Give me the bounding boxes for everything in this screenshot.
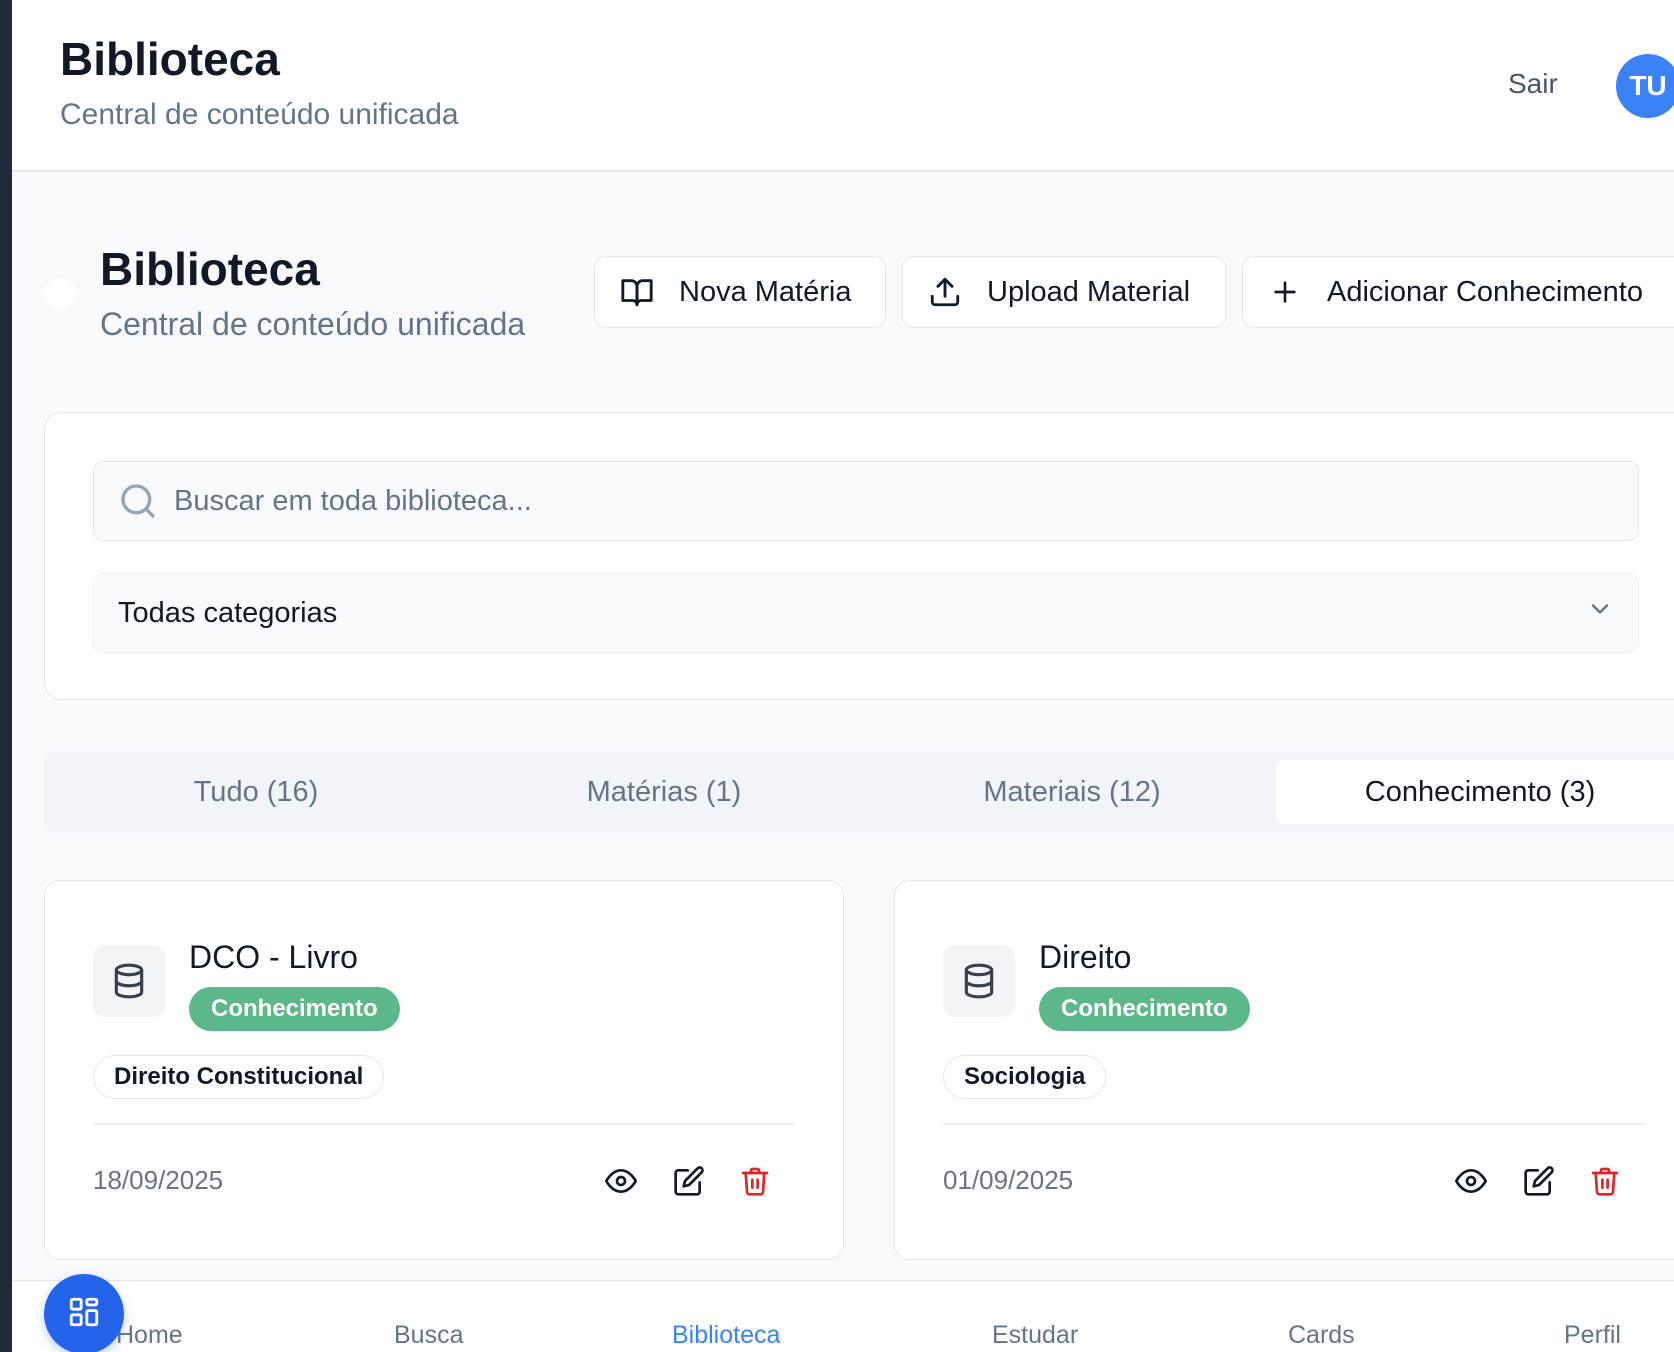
tab-subjects[interactable]: Matérias (1)	[460, 760, 868, 824]
edit-button[interactable]	[669, 1163, 709, 1203]
type-badge: Conhecimento	[1039, 987, 1250, 1031]
top-header: Biblioteca Central de conteúdo unificada…	[12, 0, 1674, 172]
plus-icon	[1267, 274, 1303, 310]
add-knowledge-label: Adicionar Conhecimento	[1327, 275, 1643, 308]
type-badge: Conhecimento	[189, 987, 400, 1031]
bottom-nav: Home Busca Biblioteca Estudar Cards Perf…	[12, 1280, 1674, 1352]
new-subject-button[interactable]: Nova Matéria	[594, 256, 886, 328]
add-knowledge-button[interactable]: Adicionar Conhecimento	[1242, 256, 1674, 328]
delete-button[interactable]	[1585, 1163, 1625, 1203]
logout-link[interactable]: Sair	[1508, 68, 1558, 100]
grid-icon	[67, 1295, 101, 1334]
page-header-dot	[44, 278, 76, 310]
view-button[interactable]	[1451, 1163, 1491, 1203]
tab-all[interactable]: Tudo (16)	[52, 760, 460, 824]
card-title: Direito	[1039, 939, 1132, 975]
apps-fab-button[interactable]	[44, 1274, 124, 1352]
edit-button[interactable]	[1519, 1163, 1559, 1203]
search-input[interactable]: Buscar em toda biblioteca...	[93, 461, 1639, 541]
nav-cards[interactable]: Cards	[1288, 1321, 1355, 1350]
filter-card: Buscar em toda biblioteca... Todas categ…	[44, 412, 1674, 700]
card-divider	[93, 1123, 795, 1125]
upload-material-label: Upload Material	[987, 275, 1191, 308]
card-title: DCO - Livro	[189, 939, 358, 975]
nav-profile[interactable]: Perfil	[1564, 1321, 1621, 1350]
tab-materials[interactable]: Materiais (12)	[868, 760, 1276, 824]
new-subject-label: Nova Matéria	[679, 275, 852, 308]
edit-icon	[673, 1165, 705, 1202]
app-title: Biblioteca	[60, 33, 280, 85]
library-page: Biblioteca Central de conteúdo unificada…	[12, 0, 1674, 1352]
nav-library[interactable]: Biblioteca	[672, 1321, 780, 1350]
app-subtitle: Central de conteúdo unificada	[60, 98, 459, 131]
database-icon	[93, 945, 165, 1017]
upload-material-button[interactable]: Upload Material	[902, 256, 1226, 328]
edit-icon	[1523, 1165, 1555, 1202]
chevron-down-icon	[1586, 595, 1614, 631]
category-tag: Direito Constitucional	[93, 1055, 385, 1099]
nav-study[interactable]: Estudar	[992, 1321, 1078, 1350]
knowledge-card[interactable]: Direito Conhecimento Sociologia 01/09/20…	[894, 880, 1674, 1260]
nav-search[interactable]: Busca	[394, 1321, 463, 1350]
eye-icon	[1454, 1165, 1488, 1202]
content-tabs: Tudo (16) Matérias (1) Materiais (12) Co…	[44, 752, 1674, 832]
eye-icon	[604, 1165, 638, 1202]
trash-icon	[739, 1165, 771, 1202]
search-icon	[118, 481, 158, 521]
delete-button[interactable]	[735, 1163, 775, 1203]
page-subtitle: Central de conteúdo unificada	[100, 306, 526, 342]
card-divider	[943, 1123, 1645, 1125]
category-tag: Sociologia	[943, 1055, 1107, 1099]
page-title: Biblioteca	[100, 243, 320, 295]
card-date: 18/09/2025	[93, 1165, 224, 1195]
trash-icon	[1589, 1165, 1621, 1202]
book-open-icon	[619, 274, 655, 310]
card-date: 01/09/2025	[943, 1165, 1074, 1195]
window-edge	[0, 0, 12, 1352]
category-select-value: Todas categorias	[118, 596, 338, 629]
tab-knowledge[interactable]: Conhecimento (3)	[1276, 760, 1674, 824]
category-select[interactable]: Todas categorias	[93, 573, 1639, 653]
upload-icon	[927, 274, 963, 310]
avatar[interactable]: TU	[1616, 54, 1674, 118]
search-placeholder: Buscar em toda biblioteca...	[174, 484, 532, 517]
database-icon	[943, 945, 1015, 1017]
view-button[interactable]	[601, 1163, 641, 1203]
nav-home[interactable]: Home	[116, 1321, 183, 1350]
knowledge-card[interactable]: DCO - Livro Conhecimento Direito Constit…	[44, 880, 844, 1260]
